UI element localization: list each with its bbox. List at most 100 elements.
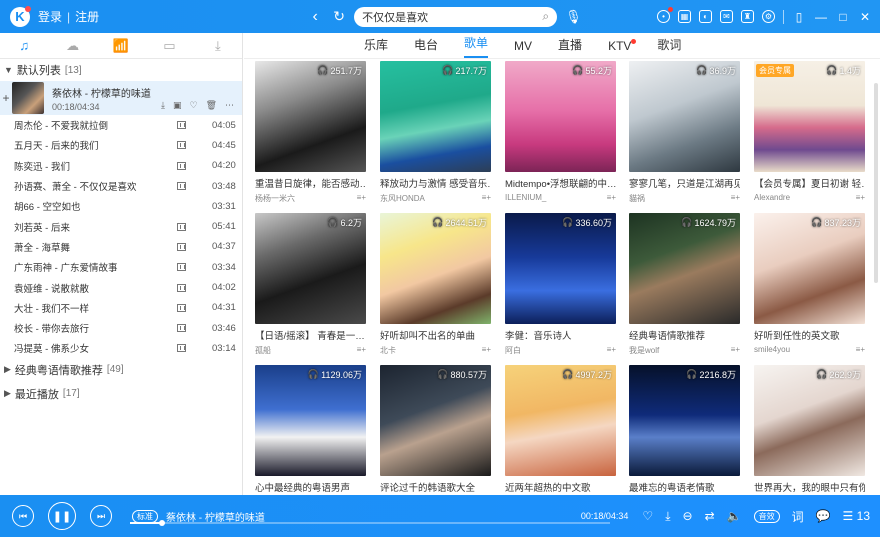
delete-icon[interactable]: 🗑 xyxy=(206,100,217,111)
playlist-title[interactable]: 近两年超热的中文歌 xyxy=(505,480,616,494)
song-row[interactable]: 周杰伦 - 不爱我就拉倒 04:05 xyxy=(0,115,242,135)
tab-4[interactable]: 直播 xyxy=(558,36,582,58)
playlist-cover[interactable]: 会员专属 🎧 1.4万 xyxy=(754,61,865,172)
playlist-cover[interactable]: 🎧 336.60万 xyxy=(505,213,616,324)
playlist-title[interactable]: 重温昔日旋律，能否感动… xyxy=(255,176,366,190)
search-input[interactable]: 不仅仅是喜欢 ⌕ xyxy=(354,6,558,27)
loop-icon[interactable]: ⇄ xyxy=(705,509,715,523)
quality-button[interactable]: 标准 xyxy=(132,509,158,523)
song-row[interactable]: 五月天 - 后来的我们 04:45 xyxy=(0,135,242,155)
playlist-title[interactable]: 【日语/摇滚】 青春是一… xyxy=(255,328,366,342)
playlist-title[interactable]: 李健：音乐诗人 xyxy=(505,328,616,342)
playlist-title[interactable]: 心中最经典的粤语男声 xyxy=(255,480,366,494)
playlist-cover[interactable]: 🎧 837.23万 xyxy=(754,213,865,324)
playlist-title[interactable]: Midtempo•浮想联翩的中… xyxy=(505,176,616,190)
playlist-card[interactable]: 🎧 36.9万 寥寥几笔，只道是江湖再见 貓祸 ≡+ xyxy=(629,61,740,204)
playlist-queue-icon[interactable]: ☰ 13 xyxy=(843,509,870,523)
add-to-list-icon[interactable]: ≡+ xyxy=(607,193,616,202)
playlist-card[interactable]: 🎧4997.2万 近两年超热的中文歌 ≡+ xyxy=(505,365,616,506)
song-row[interactable]: 袁娅维 - 说散就散 04:02 xyxy=(0,277,242,297)
add-to-list-icon[interactable]: ≡+ xyxy=(482,193,491,204)
download-icon[interactable]: ⤓ xyxy=(161,100,165,111)
playlist-card[interactable]: 🎧880.57万 评论过千的韩语歌大全 ≡+ xyxy=(380,365,491,506)
minimize-icon[interactable]: — xyxy=(814,10,828,24)
mv-icon[interactable] xyxy=(177,222,186,231)
song-row[interactable]: 萧全 - 海草舞 04:37 xyxy=(0,237,242,257)
playlist-card[interactable]: 🎧 837.23万 好听到任性的英文歌 smile4you ≡+ xyxy=(754,213,865,354)
refresh-icon[interactable]: ↻ xyxy=(330,8,348,25)
playlist-author[interactable]: 阿白 xyxy=(505,345,521,356)
volume-icon[interactable]: 🔈 xyxy=(727,509,742,523)
mv-icon[interactable] xyxy=(177,121,186,130)
song-row[interactable]: 校长 - 带你去旅行 03:46 xyxy=(0,318,242,338)
add-to-list-icon[interactable]: ≡+ xyxy=(357,345,366,356)
playlist-author[interactable]: Alexandre xyxy=(754,193,790,202)
comment-icon[interactable]: 💬 xyxy=(816,509,831,523)
playlist-author[interactable]: smile4you xyxy=(754,345,790,354)
tab-3[interactable]: MV xyxy=(514,39,532,58)
playlist-card[interactable]: 🎧 1624.79万 经典粤语情歌推荐 我是wolf ≡+ xyxy=(629,213,740,356)
register-link[interactable]: 注册 xyxy=(75,8,99,25)
mv-icon[interactable] xyxy=(177,242,186,251)
mv-icon[interactable] xyxy=(177,303,186,312)
mv-icon[interactable] xyxy=(177,283,186,292)
add-to-list-icon[interactable]: ≡+ xyxy=(856,345,865,354)
add-to-list-icon[interactable]: ≡+ xyxy=(856,193,865,202)
previous-icon[interactable]: ⏮ xyxy=(12,505,34,527)
song-row[interactable]: 胡66 - 空空如也 03:31 xyxy=(0,196,242,216)
device-icon[interactable]: ▭ xyxy=(145,38,193,54)
next-icon[interactable]: ⏭ xyxy=(90,505,112,527)
playlist-author[interactable]: 孤船 xyxy=(255,345,271,356)
playlist-title[interactable]: 寥寥几笔，只道是江湖再见 xyxy=(629,176,740,190)
music-note-icon[interactable]: ♫ xyxy=(0,38,48,53)
mini-mode-icon[interactable]: ▯ xyxy=(792,10,806,24)
search-icon[interactable]: ⌕ xyxy=(542,9,549,24)
song-row[interactable]: 冯提莫 - 佛系少女 03:14 xyxy=(0,338,242,358)
more-icon[interactable]: ⊖ xyxy=(683,509,693,523)
microphone-icon[interactable]: 🎙 xyxy=(565,9,582,25)
playlist-author[interactable]: 我是wolf xyxy=(629,345,659,356)
pause-button[interactable]: ❚❚ xyxy=(48,502,76,530)
mv-icon[interactable] xyxy=(177,344,186,353)
playlist-author[interactable]: 北卡 xyxy=(380,345,396,356)
mv-icon[interactable] xyxy=(177,263,186,272)
sound-effect-button[interactable]: 音效 xyxy=(753,509,780,523)
skin-icon[interactable]: ♜ xyxy=(741,10,754,23)
settings-icon[interactable]: ⚙ xyxy=(762,10,775,23)
playlist-cover[interactable]: 🎧 251.7万 xyxy=(255,61,366,172)
mv-icon[interactable] xyxy=(177,141,186,150)
apps-icon[interactable]: ▦ xyxy=(678,10,691,23)
default-list-header[interactable]: ▼ 默认列表 [13] xyxy=(0,59,242,81)
playlist-cover[interactable]: 🎧 2644.51万 xyxy=(380,213,491,324)
download-icon[interactable]: ⤓ xyxy=(194,38,242,54)
login-link[interactable]: 登录 xyxy=(38,8,62,25)
playlist-title[interactable]: 最难忘的粤语老情歌 xyxy=(629,480,740,494)
song-row[interactable]: 大壮 - 我们不一样 04:31 xyxy=(0,298,242,318)
tab-5[interactable]: KTV xyxy=(608,39,637,58)
playlist-cover[interactable]: 🎧 217.7万 xyxy=(380,61,491,172)
add-to-list-icon[interactable]: ≡+ xyxy=(731,193,740,204)
playlist-title[interactable]: 评论过千的韩语歌大全 xyxy=(380,480,491,494)
playlist-cover[interactable]: 🎧 6.2万 xyxy=(255,213,366,324)
playlist-card[interactable]: 会员专属 🎧 1.4万 【会员专属】夏日初谢 轻… Alexandre ≡+ xyxy=(754,61,865,202)
playlist-card[interactable]: 🎧 217.7万 释放动力与激情 感受音乐… 东风HONDA ≡+ xyxy=(380,61,491,204)
playlist-card[interactable]: 🎧1129.06万 心中最经典的粤语男声 ≡+ xyxy=(255,365,366,506)
close-icon[interactable]: ✕ xyxy=(858,10,872,24)
download-icon[interactable]: ⤓ xyxy=(665,509,670,524)
playlist-card[interactable]: 🎧 6.2万 【日语/摇滚】 青春是一… 孤船 ≡+ xyxy=(255,213,366,356)
message-icon[interactable]: ✉ xyxy=(720,10,733,23)
playlist-cover[interactable]: 🎧 36.9万 xyxy=(629,61,740,172)
heart-icon[interactable]: ♡ xyxy=(189,100,197,111)
mv-icon[interactable] xyxy=(177,324,186,333)
live-icon[interactable]: • xyxy=(657,7,673,23)
back-icon[interactable]: ‹ xyxy=(306,8,324,26)
tab-2[interactable]: 歌单 xyxy=(464,34,489,58)
progress-bar[interactable] xyxy=(130,520,610,526)
mv-icon[interactable] xyxy=(177,182,186,191)
more-icon[interactable]: ⋯ xyxy=(225,100,234,111)
playlist-title[interactable]: 好听到任性的英文歌 xyxy=(754,328,865,342)
playlist-card[interactable]: 🎧 336.60万 李健：音乐诗人 阿白 ≡+ xyxy=(505,213,616,356)
playlist-author[interactable]: 杨杨一米六 xyxy=(255,193,295,204)
add-to-list-icon[interactable]: ≡+ xyxy=(731,345,740,356)
playlist-card[interactable]: 🎧 55.2万 Midtempo•浮想联翩的中… ILLENIUM_ ≡+ xyxy=(505,61,616,202)
